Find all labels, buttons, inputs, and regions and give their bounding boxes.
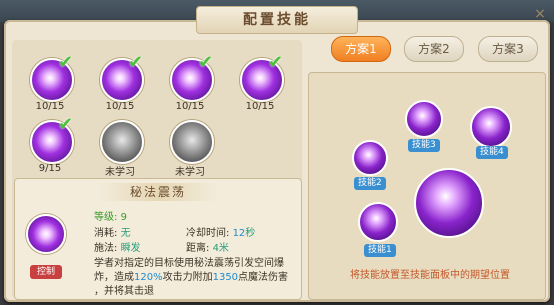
window-title: 配置技能: [196, 6, 358, 34]
skill-icon-6[interactable]: [100, 120, 144, 164]
main-attack-orb[interactable]: [414, 168, 484, 238]
tab-plan-1[interactable]: 方案1: [331, 36, 391, 62]
skill-level-2: 10/15: [105, 101, 135, 112]
slot-label-4: 技能4: [476, 146, 508, 159]
skill-desc-line1: 学者对指定的目标使用秘法震荡引发空间爆: [94, 258, 284, 269]
skill-icon-7[interactable]: [170, 120, 214, 164]
slot-orb-1[interactable]: [358, 202, 398, 242]
skill-level-7: 未学习: [175, 167, 205, 178]
skill-cooldown: 冷却时间: 12秒: [186, 228, 256, 239]
tab-plan-3[interactable]: 方案3: [478, 36, 538, 62]
skill-cast: 施法: 瞬发: [94, 243, 141, 254]
slot-label-3: 技能3: [408, 139, 440, 152]
check-icon: ✔: [128, 52, 144, 73]
slot-orb-3[interactable]: [405, 100, 443, 138]
check-icon: ✔: [58, 52, 74, 73]
skill-cost: 消耗: 无: [94, 228, 131, 239]
slot-orb-4[interactable]: [470, 106, 512, 148]
slot-label-2: 技能2: [354, 177, 386, 190]
check-icon: ✔: [198, 52, 214, 73]
skill-desc-line2: 炸，造成120%攻击力附加1350点魔法伤害: [94, 272, 289, 283]
check-icon: ✔: [58, 114, 74, 135]
skill-level: 等级: 9: [94, 212, 127, 223]
close-button[interactable]: ×: [530, 4, 550, 24]
skill-range: 距离: 4米: [186, 243, 229, 254]
slot-label-1: 技能1: [364, 244, 396, 257]
skill-level-4: 10/15: [245, 101, 275, 112]
control-tag: 控制: [30, 265, 62, 279]
skill-level-5: 9/15: [38, 163, 62, 174]
layout-hint: 将技能放置至技能面板中的期望位置: [350, 270, 510, 281]
skill-level-6: 未学习: [105, 167, 135, 178]
skill-name: 秘法震荡: [98, 183, 218, 201]
check-icon: ✔: [268, 52, 284, 73]
slot-orb-2[interactable]: [352, 140, 388, 176]
selected-skill-icon: [26, 214, 66, 254]
skill-level-1: 10/15: [35, 101, 65, 112]
skill-desc-line3: ，并将其击退: [94, 286, 154, 297]
skill-level-3: 10/15: [175, 101, 205, 112]
tab-plan-2[interactable]: 方案2: [404, 36, 464, 62]
